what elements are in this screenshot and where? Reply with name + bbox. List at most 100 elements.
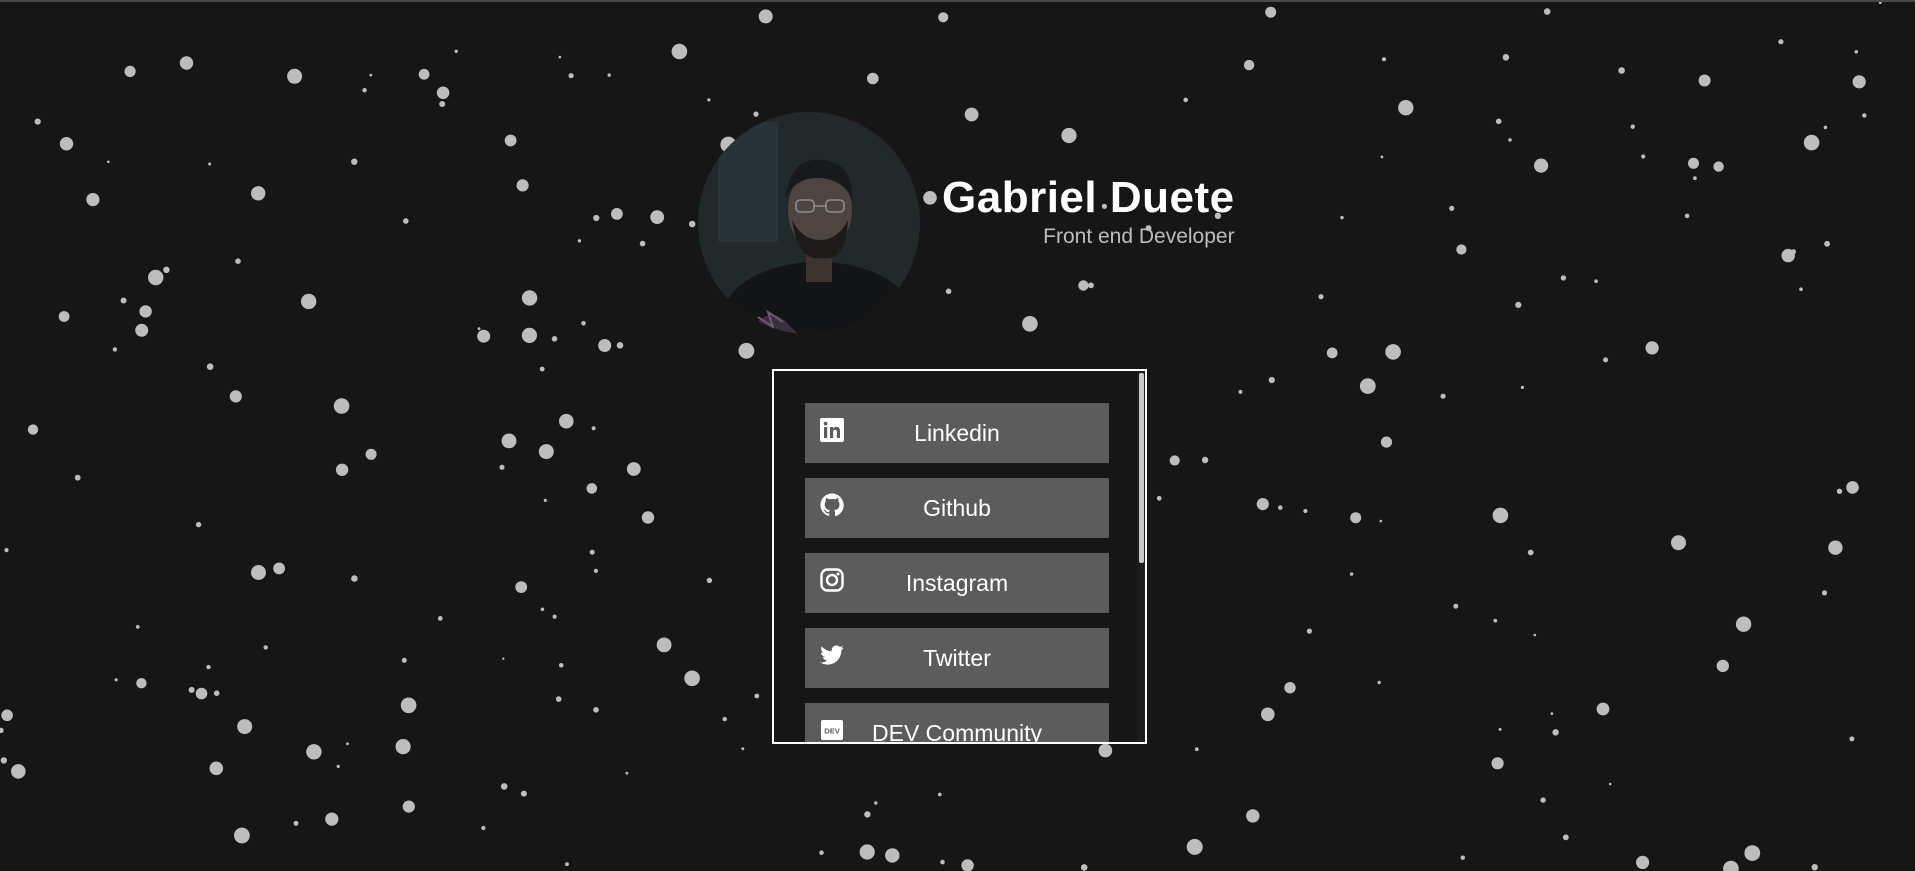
particle-dot [403, 218, 409, 224]
particle-dot [481, 825, 486, 831]
particle-dot [293, 820, 299, 826]
particle-dot [819, 850, 824, 855]
particle-dot [346, 742, 349, 746]
particle-dot [1284, 682, 1296, 694]
particle-dot [365, 448, 377, 460]
instagram-button[interactable]: Instagram [805, 553, 1109, 613]
particle-dot [287, 68, 303, 84]
particle-dot [539, 366, 545, 372]
particle-dot [477, 327, 481, 331]
particle-dot [1836, 488, 1843, 494]
particle-dot [163, 266, 170, 273]
particle-dot [1261, 707, 1275, 722]
particle-dot [402, 800, 415, 813]
particle-dot [1453, 603, 1459, 609]
scrollbar-track[interactable] [1137, 371, 1145, 742]
particle-dot [1803, 134, 1820, 151]
particle-dot [335, 463, 349, 476]
particle-dot [10, 764, 26, 779]
particle-dot [1744, 845, 1761, 861]
particle-dot [1201, 456, 1209, 464]
particle-dot [1533, 633, 1537, 637]
links-list: Linkedin Github Instagram Twitter DEV DE… [805, 403, 1109, 742]
particle-dot [179, 56, 194, 70]
particle-dot [568, 73, 574, 79]
particle-dot [598, 339, 612, 352]
particle-dot [1540, 797, 1546, 803]
particle-dot [1552, 729, 1559, 736]
particle-dot [1550, 712, 1554, 715]
particle-dot [1326, 347, 1338, 359]
twitter-button[interactable]: Twitter [805, 628, 1109, 688]
particle-dot [1303, 508, 1308, 514]
github-label: Github [923, 494, 991, 521]
particle-dot [626, 462, 641, 476]
particle-dot [86, 193, 100, 207]
particle-dot [439, 101, 446, 107]
particle-dot [1238, 389, 1243, 394]
particle-dot [625, 771, 629, 775]
particle-dot [1641, 154, 1646, 159]
particle-dot [206, 664, 211, 670]
particle-dot [1560, 275, 1567, 281]
instagram-icon [820, 568, 844, 592]
particle-dot [195, 521, 202, 528]
linkedin-button[interactable]: Linkedin [805, 403, 1109, 463]
particle-dot [586, 483, 598, 494]
links-container[interactable]: Linkedin Github Instagram Twitter DEV DE… [772, 369, 1147, 744]
particle-dot [1268, 377, 1275, 384]
particle-dot [1256, 498, 1269, 511]
particle-dot [0, 727, 4, 734]
github-button[interactable]: Github [805, 478, 1109, 538]
particle-dot [521, 327, 538, 343]
particle-dot [1645, 341, 1659, 355]
particle-dot [521, 290, 538, 306]
particle-dot [593, 568, 599, 574]
particle-dot [1491, 757, 1504, 770]
particle-dot [641, 511, 655, 524]
particle-dot [27, 424, 39, 435]
particle-dot [325, 812, 339, 826]
particle-dot [237, 719, 253, 735]
particle-dot [1380, 155, 1384, 159]
particle-dot [1, 709, 13, 722]
particle-dot [961, 859, 974, 871]
particle-dot [1636, 855, 1650, 870]
particle-dot [874, 801, 878, 805]
particle-dot [1515, 301, 1522, 308]
particle-dot [0, 757, 7, 764]
dev-community-button[interactable]: DEV DEV Community [805, 703, 1109, 742]
particle-dot [395, 739, 411, 755]
particle-dot [1878, 2, 1882, 4]
particle-dot [1381, 57, 1387, 62]
particle-dot [1460, 855, 1466, 860]
particle-dot [213, 690, 220, 696]
particle-dot [74, 474, 81, 481]
profile-role: Front end Developer [1043, 225, 1235, 248]
twitter-label: Twitter [923, 644, 991, 671]
particle-dot [1596, 702, 1610, 716]
scrollbar-thumb[interactable] [1139, 373, 1144, 563]
particle-dot [1713, 161, 1724, 172]
particle-dot [1492, 507, 1509, 524]
particle-dot [581, 321, 586, 326]
particle-dot [209, 761, 224, 776]
particle-dot [1828, 540, 1843, 555]
particle-dot [611, 208, 623, 220]
particle-dot [1098, 743, 1113, 758]
particle-dot [551, 336, 558, 342]
particle-dot [1194, 747, 1199, 752]
particle-dot [1562, 834, 1569, 841]
particle-dot [885, 848, 900, 863]
particle-dot [351, 158, 358, 165]
particle-dot [120, 297, 127, 304]
particle-dot [273, 562, 285, 575]
particle-dot [112, 347, 118, 352]
particle-dot [684, 670, 700, 687]
particle-dot [1823, 125, 1828, 130]
particle-dot [754, 693, 760, 699]
particle-dot [107, 160, 110, 164]
particle-dot [251, 186, 266, 201]
particle-dot [1265, 6, 1277, 18]
particle-dot [1852, 75, 1866, 89]
